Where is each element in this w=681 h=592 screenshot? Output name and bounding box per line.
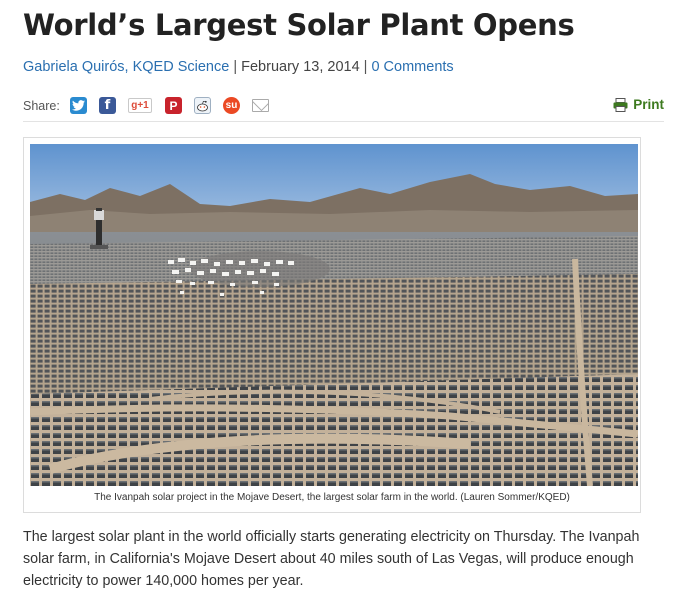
share-icons: f g+1 P su [70, 97, 281, 114]
publish-date: February 13, 2014 [241, 59, 360, 75]
printer-icon [613, 97, 628, 112]
twitter-icon[interactable] [70, 97, 87, 114]
byline: Gabriela Quirós, KQED Science | February… [23, 59, 454, 75]
byline-separator: | [229, 59, 242, 75]
solar-plant-photo [30, 144, 638, 486]
google-plus-icon[interactable]: g+1 [128, 98, 152, 113]
figure-caption: The Ivanpah solar project in the Mojave … [94, 492, 570, 503]
article-figure: The Ivanpah solar project in the Mojave … [23, 137, 641, 513]
share-bar: Share: f g+1 P su [23, 93, 664, 122]
share-label: Share: [23, 99, 60, 113]
article-title: World’s Largest Solar Plant Opens [23, 8, 575, 42]
email-icon[interactable] [252, 99, 269, 112]
reddit-icon[interactable] [194, 97, 211, 114]
print-label: Print [633, 97, 664, 112]
print-button[interactable]: Print [613, 97, 664, 112]
author-link[interactable]: Gabriela Quirós, KQED Science [23, 59, 229, 75]
article-paragraph: The largest solar plant in the world off… [23, 529, 640, 589]
stumbleupon-icon[interactable]: su [223, 97, 240, 114]
facebook-icon[interactable]: f [99, 97, 116, 114]
article-page: World’s Largest Solar Plant Opens Gabrie… [0, 0, 681, 591]
byline-separator: | [359, 59, 372, 75]
comments-link[interactable]: 0 Comments [371, 59, 453, 75]
pinterest-icon[interactable]: P [165, 97, 182, 114]
